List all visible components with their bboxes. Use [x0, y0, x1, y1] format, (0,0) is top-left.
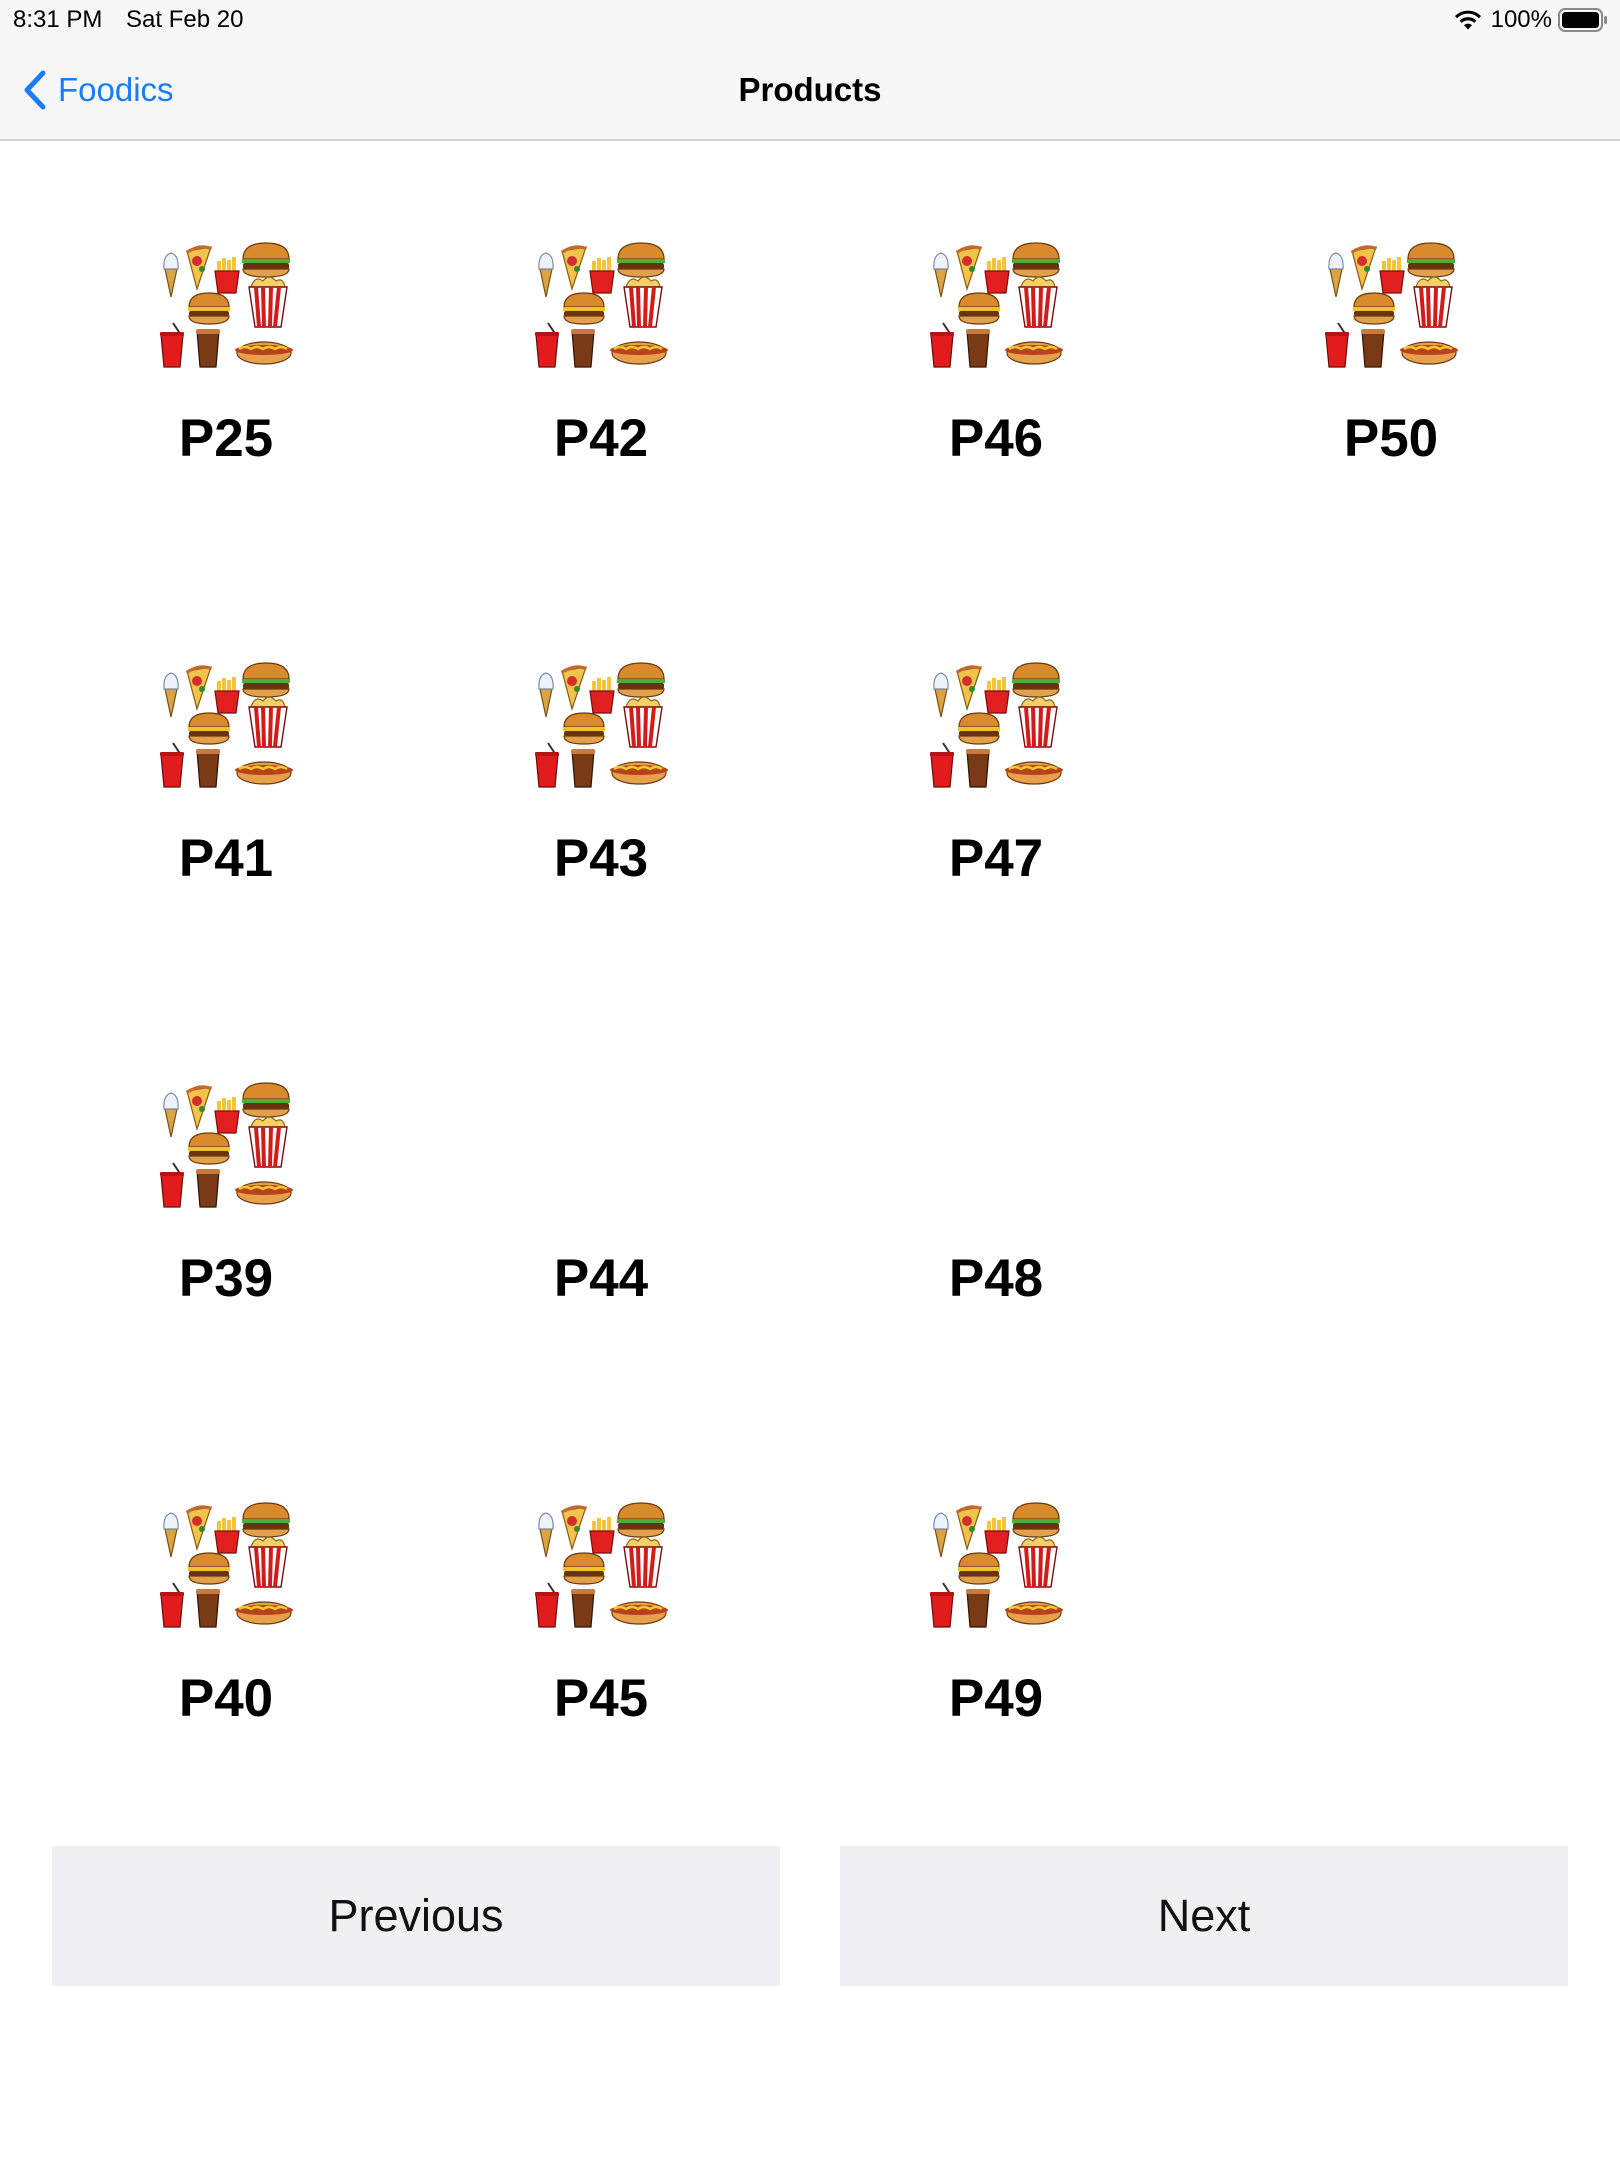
product-name: P49: [948, 1669, 1044, 1728]
wifi-icon: [1454, 10, 1481, 30]
product-card[interactable]: P40: [96, 1499, 356, 1789]
food-image-icon: [929, 661, 1063, 789]
previous-button[interactable]: Previous: [52, 1846, 780, 1986]
product-card[interactable]: P46: [866, 239, 1126, 529]
product-card[interactable]: P43: [471, 659, 731, 949]
product-name: P44: [553, 1249, 649, 1308]
product-name: P50: [1343, 409, 1439, 468]
product-name: P42: [553, 409, 649, 468]
food-image-icon: [159, 1081, 293, 1209]
product-card[interactable]: P44: [471, 1079, 731, 1369]
product-card[interactable]: P47: [866, 659, 1126, 949]
product-name: P45: [553, 1669, 649, 1728]
battery-icon: [1558, 8, 1607, 32]
page-title: Products: [738, 71, 882, 108]
product-card[interactable]: P25: [96, 239, 356, 529]
product-card[interactable]: P50: [1261, 239, 1521, 529]
top-bar: 8:31 PM Sat Feb 20 100% Foodics Products: [0, 0, 1620, 141]
food-image-icon: [159, 1501, 293, 1629]
status-date: Sat Feb 20: [126, 6, 244, 33]
product-name: P41: [178, 829, 274, 888]
product-name: P43: [553, 829, 649, 888]
product-name: P40: [178, 1669, 274, 1728]
product-name: P25: [178, 409, 274, 468]
product-name: P39: [178, 1249, 274, 1308]
product-card[interactable]: P41: [96, 659, 356, 949]
product-name: P47: [948, 829, 1044, 888]
product-card[interactable]: P45: [471, 1499, 731, 1789]
next-button[interactable]: Next: [840, 1846, 1568, 1986]
food-image-icon: [534, 661, 668, 789]
product-name: P46: [948, 409, 1044, 468]
food-image-icon: [929, 1501, 1063, 1629]
battery-percent: 100%: [1490, 6, 1552, 33]
product-card[interactable]: P42: [471, 239, 731, 529]
product-card[interactable]: P48: [866, 1079, 1126, 1369]
food-image-icon: [159, 241, 293, 369]
status-indicators: 100%: [1453, 5, 1608, 35]
food-image-icon: [1324, 241, 1458, 369]
product-card[interactable]: P39: [96, 1079, 356, 1369]
food-image-icon: [534, 241, 668, 369]
food-image-icon: [534, 1501, 668, 1629]
product-card[interactable]: P49: [866, 1499, 1126, 1789]
product-name: P48: [948, 1249, 1044, 1308]
food-image-icon: [929, 241, 1063, 369]
food-image-icon: [159, 661, 293, 789]
status-time: 8:31 PM: [13, 6, 103, 33]
